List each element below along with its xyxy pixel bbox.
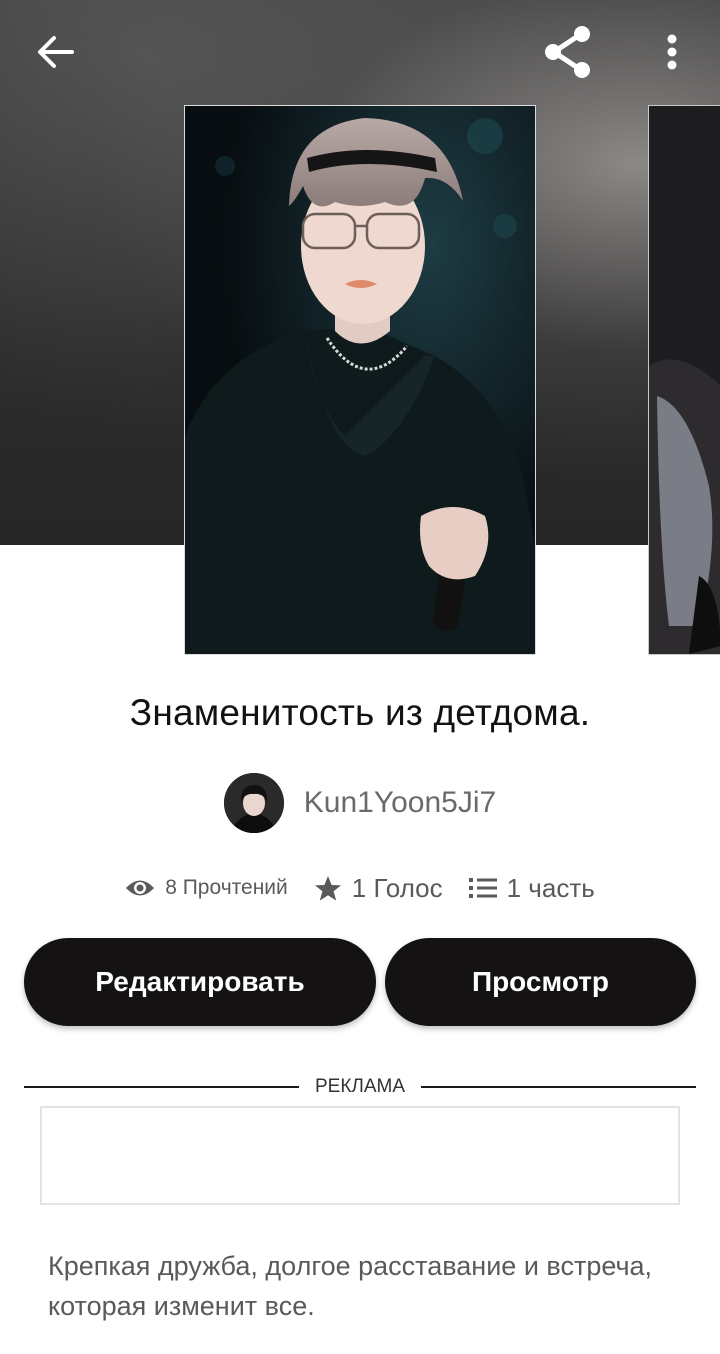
story-stats: 8 Прочтений 1 Голос 1 часть	[0, 866, 720, 910]
more-button[interactable]	[652, 26, 692, 78]
arrow-left-icon	[38, 36, 74, 68]
votes-stat: 1 Голос	[314, 873, 443, 904]
story-title: Знаменитость из детдома.	[129, 692, 591, 733]
story-description: Крепкая дружба, долгое расставание и вст…	[48, 1251, 653, 1321]
view-button[interactable]: Просмотр	[385, 938, 696, 1026]
eye-icon	[126, 880, 155, 896]
divider-line-right	[421, 1086, 696, 1088]
reads-stat: 8 Прочтений	[125, 876, 288, 900]
ad-label: РЕКЛАМА	[314, 1076, 406, 1097]
author-avatar[interactable]	[223, 773, 284, 833]
more-vertical-icon	[667, 34, 677, 70]
share-icon	[545, 26, 590, 78]
cover-image[interactable]	[184, 105, 536, 655]
reads-count: 8 Прочтений	[165, 876, 288, 899]
share-button[interactable]	[540, 24, 596, 80]
next-cover-illustration	[649, 106, 720, 654]
parts-stat: 1 часть	[468, 872, 595, 904]
divider-line-left	[24, 1086, 299, 1088]
list-icon	[468, 878, 497, 898]
edit-button[interactable]: Редактировать	[24, 938, 376, 1026]
ad-slot[interactable]	[40, 1106, 680, 1205]
back-button[interactable]	[30, 28, 82, 76]
author-name[interactable]: Kun1Yoon5Ji7	[304, 786, 496, 820]
avatar-illustration	[223, 773, 284, 833]
star-icon	[314, 875, 341, 901]
author-row[interactable]: Kun1Yoon5Ji7	[0, 772, 720, 834]
ad-divider: РЕКЛАМА	[24, 1076, 696, 1098]
parts-count: 1 часть	[506, 872, 595, 903]
votes-count: 1 Голос	[351, 872, 443, 903]
next-cover-image[interactable]	[648, 105, 720, 655]
cover-illustration	[185, 106, 535, 654]
